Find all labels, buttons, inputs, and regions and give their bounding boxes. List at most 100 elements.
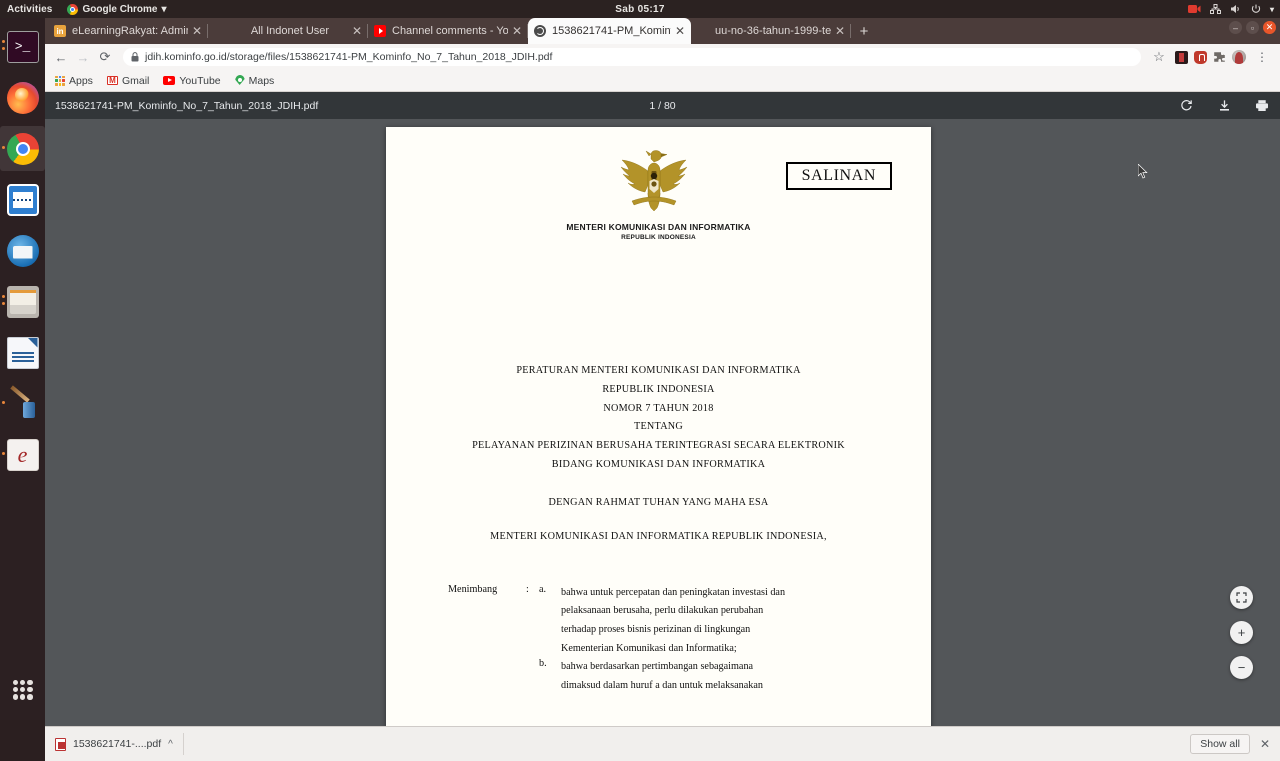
document-blessing-line: DENGAN RAHMAT TUHAN YANG MAHA ESA	[548, 496, 769, 508]
tab-close-icon[interactable]: ✕	[192, 25, 202, 37]
document-title-line: PELAYANAN PERIZINAN BERUSAHA TERINTEGRAS…	[472, 440, 845, 452]
back-button[interactable]: ←	[51, 47, 71, 67]
pdf-zoom-controls: + −	[1230, 586, 1253, 679]
browser-tab-pdf-kominfo[interactable]: 1538621741-PM_Kominfo ✕	[528, 18, 691, 44]
salinan-stamp: SALINAN	[785, 162, 892, 190]
network-icon[interactable]	[1209, 4, 1221, 14]
dock-item-libreoffice-writer[interactable]	[0, 330, 45, 375]
tray-chevron-down-icon[interactable]: ▾	[1270, 5, 1274, 14]
profile-avatar[interactable]	[1232, 50, 1246, 64]
reload-button[interactable]: ⟳	[95, 47, 115, 67]
pdf-toolbar: 1538621741-PM_Kominfo_No_7_Tahun_2018_JD…	[45, 92, 1280, 119]
system-tray[interactable]: ▾	[1187, 4, 1274, 14]
fit-to-page-button[interactable]	[1230, 586, 1253, 609]
dock-item-terminal[interactable]: >_	[0, 24, 45, 69]
download-icon[interactable]	[1216, 98, 1232, 114]
tab-title: 1538621741-PM_Kominfo	[552, 25, 671, 37]
pdf-page-1: MENTERI KOMUNIKASI DAN INFORMATIKA REPUB…	[386, 127, 931, 726]
apps-grid-icon	[12, 679, 33, 700]
dock-item-firefox[interactable]	[0, 75, 45, 120]
chrome-menu-icon[interactable]: ⋮	[1252, 47, 1272, 67]
print-icon[interactable]	[1254, 98, 1270, 114]
item-letter: b.	[539, 658, 547, 670]
bookmarks-bar: Apps M Gmail YouTube Maps	[45, 70, 1280, 92]
close-button[interactable]: ✕	[1263, 21, 1276, 34]
youtube-icon	[163, 76, 176, 85]
document-number-line: NOMOR 7 TAHUN 2018	[603, 402, 714, 414]
running-indicator	[2, 295, 5, 298]
show-all-downloads-button[interactable]: Show all	[1190, 734, 1250, 754]
address-bar[interactable]: jdih.kominfo.go.id/storage/files/1538621…	[123, 48, 1141, 66]
pdf-canvas[interactable]: MENTERI KOMUNIKASI DAN INFORMATIKA REPUB…	[45, 119, 1280, 726]
item-line: Kementerian Komunikasi dan Informatika;	[561, 642, 737, 654]
bookmark-gmail[interactable]: M Gmail	[106, 74, 150, 87]
bookmark-label: Maps	[248, 74, 275, 87]
globe-icon	[534, 25, 546, 37]
tab-close-icon[interactable]: ✕	[835, 25, 845, 37]
tab-title: All Indonet User	[250, 25, 330, 37]
close-shelf-icon[interactable]: ✕	[1260, 737, 1270, 751]
terminal-icon: >_	[6, 30, 39, 63]
apps-grid-icon	[55, 75, 65, 86]
volume-icon[interactable]	[1230, 4, 1242, 14]
tab-close-icon[interactable]: ✕	[512, 25, 522, 37]
tab-close-icon[interactable]: ✕	[352, 25, 362, 37]
document-title-line: TENTANG	[633, 421, 684, 433]
browser-tab-uu-no-36[interactable]: uu-no-36-tahun-1999-tent ✕	[691, 18, 851, 44]
tab-title: Channel comments - YouT	[392, 25, 508, 37]
rotate-icon[interactable]	[1178, 98, 1194, 114]
bookmark-star-icon[interactable]: ☆	[1149, 47, 1169, 67]
dock-item-thunderbird[interactable]	[0, 228, 45, 273]
running-indicator	[2, 302, 5, 305]
puzzle-icon[interactable]	[1213, 51, 1226, 64]
bookmark-apps[interactable]: Apps	[55, 75, 93, 87]
screen-record-icon[interactable]	[1187, 4, 1201, 14]
browser-tab-elearningrakyat[interactable]: in eLearningRakyat: Admini ✕	[48, 18, 208, 44]
dock-item-system-monitor[interactable]	[0, 177, 45, 222]
mouse-cursor	[1138, 164, 1148, 179]
shield-extension-icon[interactable]	[1194, 50, 1207, 64]
dock-item-google-chrome[interactable]	[0, 126, 45, 171]
window-controls: – ▫ ✕	[1229, 21, 1276, 34]
download-item[interactable]: 1538621741-....pdf ^	[55, 733, 184, 755]
running-indicator	[2, 401, 5, 404]
bookmark-label: Apps	[69, 74, 93, 87]
maximize-button[interactable]: ▫	[1246, 21, 1259, 34]
forward-button[interactable]: →	[73, 47, 93, 67]
item-text: bahwa berdasarkan pertimbangan sebagaima…	[561, 658, 869, 695]
tab-close-icon[interactable]: ✕	[675, 25, 685, 37]
clock[interactable]: Sab 05:17	[0, 4, 1280, 15]
considering-colon: :	[526, 583, 529, 595]
tab-title: uu-no-36-tahun-1999-tent	[715, 25, 831, 37]
bookmark-label: YouTube	[179, 74, 221, 87]
power-icon[interactable]	[1251, 4, 1261, 14]
browser-tab-all-indonet-user[interactable]: All Indonet User ✕	[208, 18, 368, 44]
bookmark-youtube[interactable]: YouTube	[163, 74, 221, 87]
download-menu-caret-icon[interactable]: ^	[168, 739, 173, 750]
download-filename: 1538621741-....pdf	[73, 738, 162, 750]
extension-dark-icon[interactable]	[1175, 50, 1188, 64]
item-text: bahwa untuk percepatan dan peningkatan i…	[561, 584, 869, 658]
bookmark-label: Gmail	[121, 74, 150, 87]
zoom-out-button[interactable]: −	[1230, 656, 1253, 679]
minimize-button[interactable]: –	[1229, 21, 1242, 34]
pdf-viewer: 1538621741-PM_Kominfo_No_7_Tahun_2018_JD…	[45, 92, 1280, 726]
linkedin-icon: in	[54, 25, 66, 37]
writer-document-icon	[6, 336, 39, 369]
running-indicator	[2, 452, 5, 455]
document-title-line: PERATURAN MENTERI KOMUNIKASI DAN INFORMA…	[516, 365, 801, 376]
paintbrush-icon	[7, 384, 39, 420]
browser-tab-channel-comments[interactable]: Channel comments - YouT ✕	[368, 18, 528, 44]
document-body: Menimbang : a. bahwa untuk percepatan da…	[386, 584, 931, 696]
dock-item-gimp-paint[interactable]	[0, 381, 45, 426]
show-applications-button[interactable]	[0, 667, 45, 712]
item-letter: a.	[539, 583, 547, 595]
new-tab-button[interactable]: +	[851, 18, 877, 44]
dock-item-pdf-reader[interactable]	[0, 432, 45, 477]
tab-title: eLearningRakyat: Admini	[72, 25, 188, 37]
bookmark-maps[interactable]: Maps	[235, 74, 275, 87]
dock-item-files[interactable]	[0, 279, 45, 324]
zoom-in-button[interactable]: +	[1230, 621, 1253, 644]
